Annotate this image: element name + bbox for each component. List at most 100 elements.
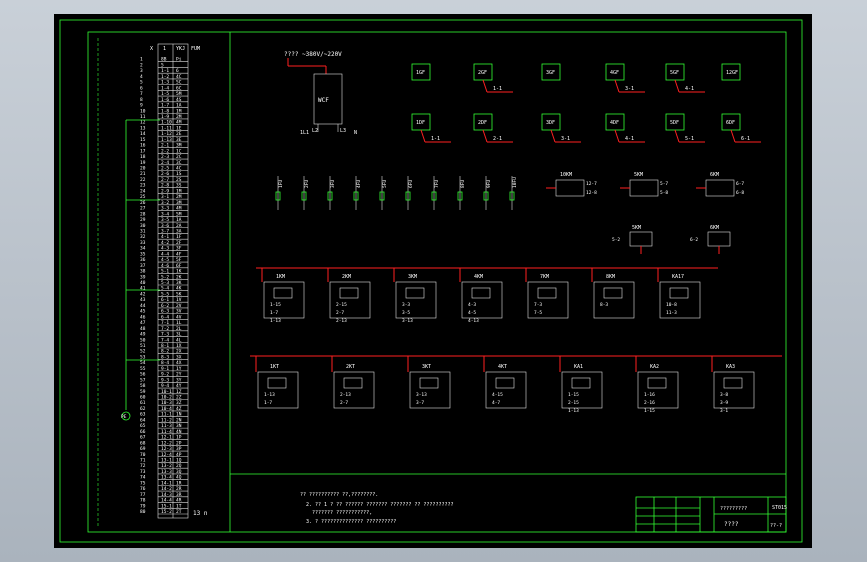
terminal-number: 64 — [140, 417, 146, 423]
terminal-number: 70 — [140, 452, 146, 458]
relay-block-pin: 1-13 — [568, 408, 579, 414]
fuse-label: 6FU — [408, 180, 414, 188]
terminal-function: 5M — [176, 91, 182, 97]
terminal-function: 2L — [176, 326, 182, 332]
terminal-wire-id: 4-2 — [161, 240, 169, 246]
terminal-function: 1C — [176, 148, 182, 154]
terminal-function: 2C — [176, 154, 182, 160]
terminal-number: 55 — [140, 366, 146, 372]
terminal-function: 3Z — [176, 400, 182, 406]
relay-name: 1GF — [416, 70, 425, 76]
terminal-function: 5M — [176, 211, 182, 217]
terminal-number: 30 — [140, 223, 146, 229]
terminal-function: 2X — [176, 349, 182, 355]
terminal-wire-id: 2-2 — [161, 148, 169, 154]
terminal-function: 1M — [176, 188, 182, 194]
terminal-number: 17 — [140, 148, 146, 154]
timer-pin: 6-8 — [736, 190, 744, 196]
terminal-wire-id: 1-8 — [161, 108, 169, 114]
terminal-number: 10 — [140, 108, 146, 114]
relay-block-name: 1KM — [276, 274, 285, 280]
terminal-function: 3A — [176, 228, 182, 234]
terminal-function: 2Y — [176, 372, 182, 378]
terminal-header-2: YKJ — [176, 46, 185, 52]
terminal-number: 41 — [140, 286, 146, 292]
terminal-function: 2P — [176, 440, 182, 446]
terminal-number: 75 — [140, 480, 146, 486]
terminal-number: 42 — [140, 291, 146, 297]
terminal-wire-id: 4-4 — [161, 251, 169, 257]
terminal-number: 73 — [140, 469, 146, 475]
cad-viewport[interactable]: X 1 YKJ FUM 1 8B Pi2 53 1-1 64 1-2 4C5 1-3 5C6 1-4… — [0, 0, 867, 562]
relay-name: 4DF — [610, 120, 619, 126]
terminal-function: 4C — [176, 166, 182, 172]
fuse-label: 4FU — [356, 180, 362, 188]
terminal-wire-id: 12-2 — [161, 440, 172, 446]
relay-tag: 4-1 — [685, 86, 694, 92]
terminal-number: 23 — [140, 183, 146, 189]
relay-block-name: KA1 — [574, 364, 583, 370]
terminal-function: 3P — [176, 446, 182, 452]
terminal-function: 4M — [176, 206, 182, 212]
terminal-wire-id: 3-5 — [161, 217, 169, 223]
terminal-number: 36 — [140, 257, 146, 263]
terminal-number: 71 — [140, 457, 146, 463]
terminal-wire-id: 1-4 — [161, 85, 169, 91]
terminal-number: 56 — [140, 372, 146, 378]
terminal-number: 26 — [140, 200, 146, 206]
terminal-number: 62 — [140, 406, 146, 412]
terminal-number: 40 — [140, 280, 146, 286]
terminal-number: 78 — [140, 498, 146, 504]
terminal-number: 21 — [140, 171, 146, 177]
terminal-number: 29 — [140, 217, 146, 223]
terminal-number: 53 — [140, 354, 146, 360]
relay-block-pin: 4-3 — [468, 302, 476, 308]
relay-block-pin: 1-13 — [270, 318, 281, 324]
small-relay-name: 5KM — [632, 225, 641, 231]
terminal-wire-id: 7-3 — [161, 332, 169, 338]
terminal-wire-id: 8-3 — [161, 354, 169, 360]
relay-block-pin: 3-7 — [416, 400, 424, 406]
terminal-function: 4V — [176, 314, 182, 320]
relay-block-pin: 3-9 — [720, 400, 728, 406]
relay-block-pin: 1-16 — [644, 392, 655, 398]
relay-block-name: 2KT — [346, 364, 355, 370]
small-relay-pin: 5-2 — [612, 237, 620, 243]
terminal-function: 4C — [176, 74, 182, 80]
terminal-wire-id: 4-3 — [161, 246, 169, 252]
power-supply-label: ???? ~380V/~220V — [284, 51, 342, 58]
relay-block-pin: 4-13 — [468, 318, 479, 324]
terminal-wire-id: 14-1 — [161, 480, 172, 486]
terminal-function: 3R — [176, 492, 182, 498]
relay-tag: 2-1 — [493, 136, 502, 142]
note-line-2: 2. ?? 1 ? ?? ?????? ??????? ??????? ?? ?… — [306, 502, 454, 508]
note-line-3: ??????? ???????????, — [312, 510, 372, 516]
terminal-wire-id: 8-1 — [161, 343, 169, 349]
terminal-function: 2T — [176, 509, 182, 515]
terminal-function: 3K — [176, 280, 182, 286]
terminal-function: 6 — [176, 68, 179, 74]
terminal-wire-id: 1-10 — [161, 120, 172, 126]
terminal-wire-id: 9-4 — [161, 383, 169, 389]
terminal-function: 1L — [176, 320, 182, 326]
terminal-wire-id: 10-3 — [161, 400, 172, 406]
terminal-number: 45 — [140, 309, 146, 315]
terminal-function: 5F — [176, 257, 182, 263]
relay-name: 1DF — [416, 120, 425, 126]
terminal-number: 1 — [140, 57, 143, 63]
relay-block-name: KA2 — [650, 364, 659, 370]
relay-block-pin: 2-7 — [336, 310, 344, 316]
terminal-number: 57 — [140, 377, 146, 383]
fuse-label: 5FU — [382, 180, 388, 188]
terminal-wire-id: 3-2 — [161, 200, 169, 206]
timer-name: 5KM — [634, 172, 643, 178]
terminal-number: 34 — [140, 246, 146, 252]
terminal-function: 2S — [176, 177, 182, 183]
terminal-number: 44 — [140, 303, 146, 309]
terminal-wire-id: 5-1 — [161, 269, 169, 275]
power-supply-box-label: WCF — [318, 97, 329, 104]
terminal-number: 6 — [140, 85, 143, 91]
terminal-function: 4S — [176, 97, 182, 103]
terminal-number: 25 — [140, 194, 146, 200]
timer-name: 10KM — [560, 172, 572, 178]
